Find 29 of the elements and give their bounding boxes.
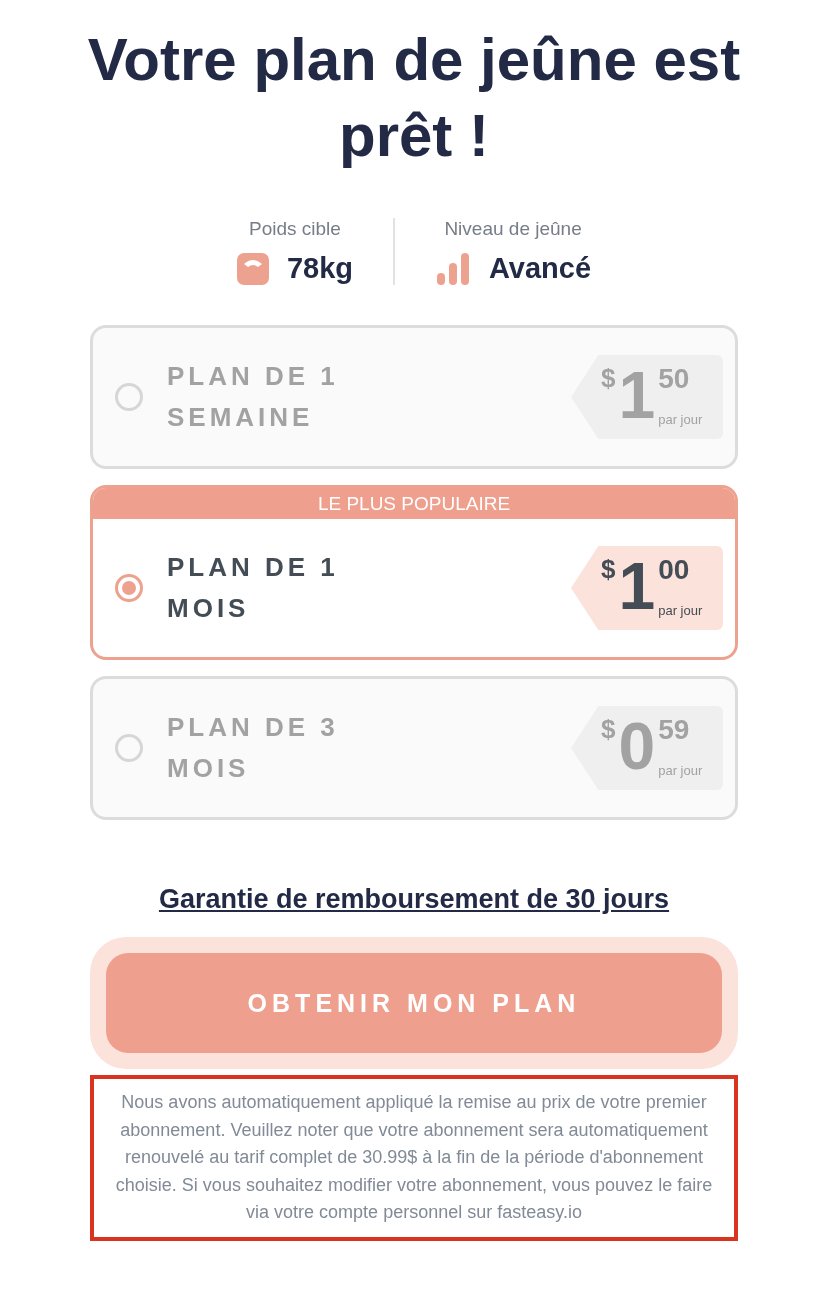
price-currency: $	[601, 363, 616, 395]
plan-name: PLAN DE 1 MOIS	[167, 551, 340, 625]
signal-bars-icon	[435, 252, 471, 285]
stat-label: Poids cible	[249, 218, 341, 240]
price-whole: 0	[618, 714, 656, 785]
price-cents: 00	[658, 554, 691, 586]
plan-name: PLAN DE 1 SEMAINE	[167, 360, 340, 434]
price-unit: par jour	[658, 412, 703, 427]
price-whole: 1	[618, 363, 656, 434]
get-plan-button[interactable]: OBTENIR MON PLAN	[106, 953, 722, 1053]
price-currency: $	[601, 714, 616, 746]
stat-label: Niveau de jeûne	[444, 218, 582, 240]
price-unit: par jour	[658, 763, 703, 778]
stat-value: 78kg	[286, 252, 353, 285]
price-whole: 1	[618, 554, 656, 625]
radio-button[interactable]	[115, 734, 143, 762]
plan-name: PLAN DE 3 MOIS	[167, 711, 340, 785]
stat-value: Avancé	[489, 252, 592, 285]
scale-icon	[236, 252, 269, 285]
radio-button[interactable]	[115, 574, 143, 602]
radio-button[interactable]	[115, 383, 143, 411]
price-cents: 50	[658, 363, 691, 395]
price-currency: $	[601, 554, 616, 586]
price-unit: par jour	[658, 603, 703, 618]
price-cents: 59	[658, 714, 691, 746]
page-title: Votre plan de jeûne est prêt !	[86, 25, 742, 171]
disclaimer-text: Nous avons automatiquement appliqué la remise au prix de votre premier abonnement. Veuillez noter que votre abonnement sera automatiquement renouvelé au tarif complet de 30.99$ à la fin de la période d'abonnement choisie. Si vous souhaitez modifier votre abonnement, vous pouvez le faire via votre compte personnel sur fasteasy.io	[90, 1075, 738, 1241]
popular-badge: LE PLUS POPULAIRE	[93, 488, 735, 519]
guarantee-link[interactable]: Garantie de remboursement de 30 jours	[158, 884, 670, 915]
